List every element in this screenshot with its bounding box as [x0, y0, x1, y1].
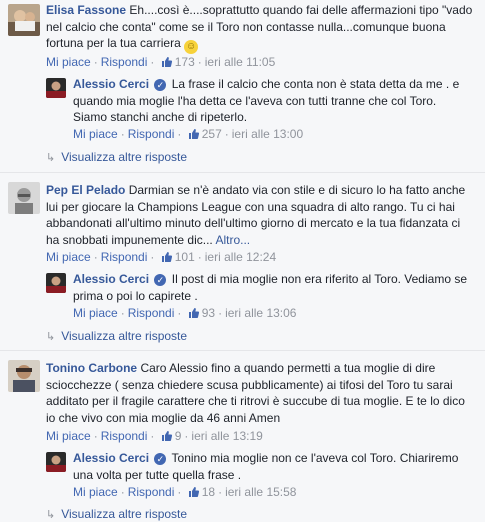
reply-button[interactable]: Rispondi — [128, 485, 175, 499]
verified-badge-icon: ✓ — [154, 79, 167, 91]
comment-actions: Mi piace · Rispondi · 173 · ieri alle 11:05 — [46, 55, 276, 69]
reply-actions: Mi piace · Rispondi · 257 · ieri alle 13:00 — [73, 127, 304, 141]
reply-author[interactable]: Alessio Cerci — [73, 77, 149, 91]
thumbs-up-icon — [188, 308, 199, 318]
see-more-link[interactable]: Altro... — [215, 233, 250, 247]
timestamp[interactable]: ieri alle 13:00 — [232, 127, 303, 141]
reply-arrow-icon: ↳ — [46, 509, 56, 521]
timestamp[interactable]: ieri alle 15:58 — [225, 485, 296, 499]
divider — [0, 350, 485, 351]
avatar[interactable] — [8, 182, 40, 214]
reply-arrow-icon: ↳ — [46, 331, 56, 343]
thumbs-up-icon — [188, 129, 199, 139]
comment-actions: Mi piace · Rispondi · 101 · ieri alle 12:24 — [46, 250, 277, 264]
reply-actions: Mi piace · Rispondi · 18 · ieri alle 15:58 — [73, 485, 297, 499]
like-button[interactable]: Mi piace — [46, 429, 91, 443]
reply-actions: Mi piace · Rispondi · 93 · ieri alle 13:06 — [73, 306, 297, 320]
reply-button[interactable]: Rispondi — [128, 306, 175, 320]
comment-author[interactable]: Pep El Pelado — [46, 183, 125, 197]
reply-button[interactable]: Rispondi — [101, 250, 148, 264]
like-button[interactable]: Mi piace — [73, 127, 118, 141]
comment-author[interactable]: Tonino Carbone — [46, 361, 137, 375]
avatar[interactable] — [8, 360, 40, 392]
reply-author[interactable]: Alessio Cerci — [73, 451, 149, 465]
like-count[interactable]: 257 — [202, 127, 222, 141]
reply-button[interactable]: Rispondi — [101, 429, 148, 443]
like-count[interactable]: 101 — [175, 250, 195, 264]
show-more-replies-link[interactable]: ↳ Visualizza altre risposte — [46, 329, 187, 343]
like-count[interactable]: 18 — [202, 485, 215, 499]
like-button[interactable]: Mi piace — [73, 485, 118, 499]
reply-button[interactable]: Rispondi — [101, 55, 148, 69]
show-more-replies-link[interactable]: ↳ Visualizza altre risposte — [46, 507, 187, 521]
timestamp[interactable]: ieri alle 12:24 — [205, 250, 276, 264]
comment-author[interactable]: Elisa Fassone — [46, 3, 126, 17]
avatar[interactable] — [46, 273, 66, 293]
reply-arrow-icon: ↳ — [46, 152, 56, 164]
timestamp[interactable]: ieri alle 13:19 — [191, 429, 262, 443]
like-count[interactable]: 93 — [202, 306, 215, 320]
like-button[interactable]: Mi piace — [46, 250, 91, 264]
reply-author[interactable]: Alessio Cerci — [73, 272, 149, 286]
like-count[interactable]: 173 — [175, 55, 195, 69]
thumbs-up-icon — [161, 252, 172, 262]
verified-badge-icon: ✓ — [154, 453, 167, 465]
thumbs-up-icon — [161, 57, 172, 67]
timestamp[interactable]: ieri alle 13:06 — [225, 306, 296, 320]
avatar[interactable] — [8, 4, 40, 36]
thumbs-up-icon — [188, 487, 199, 497]
show-more-replies-link[interactable]: ↳ Visualizza altre risposte — [46, 150, 187, 164]
comment-actions: Mi piace · Rispondi · 9 · ieri alle 13:19 — [46, 429, 263, 443]
verified-badge-icon: ✓ — [154, 274, 167, 286]
divider — [0, 172, 485, 173]
like-button[interactable]: Mi piace — [73, 306, 118, 320]
thumbs-up-icon — [161, 431, 172, 441]
reply-button[interactable]: Rispondi — [128, 127, 175, 141]
avatar[interactable] — [46, 452, 66, 472]
like-button[interactable]: Mi piace — [46, 55, 91, 69]
timestamp[interactable]: ieri alle 11:05 — [205, 55, 276, 69]
avatar[interactable] — [46, 78, 66, 98]
smile-emoji-icon: ☺ — [184, 40, 199, 54]
